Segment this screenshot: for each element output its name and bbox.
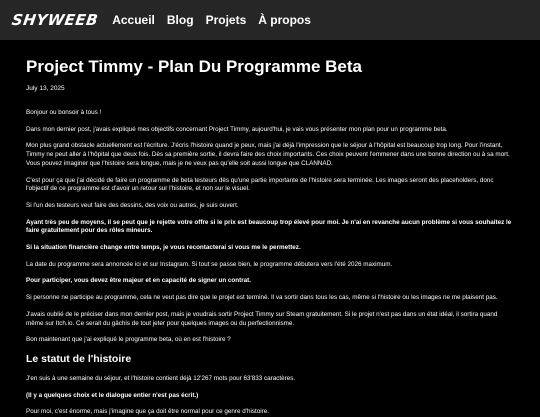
article-paragraph: J'en suis à une semaine du séjour, et l'… [26,374,296,382]
article-paragraph: Dans mon dernier post, j'avais expliqué … [26,125,448,133]
article-paragraph: J'avais oublié de le préciser dans mon d… [26,310,498,327]
article-paragraph: La date du programme sera annoncée ici e… [26,260,393,268]
section-heading: Le statut de l'histoire [26,352,132,365]
article-paragraph: Bon maintenant que j'ai expliqué le prog… [26,336,231,344]
top-navbar: SHYWEEB Accueil Blog Projets À propos [0,0,540,40]
article-paragraph: Pour moi, c'est énorme, mais j'imagine q… [26,408,270,416]
nav-link-projets[interactable]: Projets [206,13,247,27]
article-paragraph: Bonjour ou bonsoir à tous ! [26,109,102,116]
nav-link-blog[interactable]: Blog [167,13,194,27]
article-paragraph: Si personne ne participe au programme, c… [26,294,498,302]
article: Project Timmy - Plan Du Programme Beta J… [0,57,540,417]
article-paragraph-bold: Si la situation financière change entre … [26,244,301,252]
nav-link-a-propos[interactable]: À propos [258,13,311,27]
article-paragraph: Mon plus grand obstacle actuellement est… [26,142,510,167]
site-logo[interactable]: SHYWEEB [11,11,100,29]
article-paragraph-bold: Pour participer, vous devez être majeur … [26,277,252,285]
article-paragraph-bold: Ayant très peu de moyens, il se peut que… [26,218,512,235]
nav-link-accueil[interactable]: Accueil [112,13,155,27]
article-paragraph: C'est pour ça que j'ai décidé de faire u… [26,176,494,193]
article-title: Project Timmy - Plan Du Programme Beta [26,57,363,76]
article-paragraph: Si l'un des testeurs veut faire des dess… [26,201,239,209]
article-date: July 13, 2025 [26,85,65,92]
article-paragraph-bold: (Il y a quelques choix et le dialogue en… [26,391,199,399]
